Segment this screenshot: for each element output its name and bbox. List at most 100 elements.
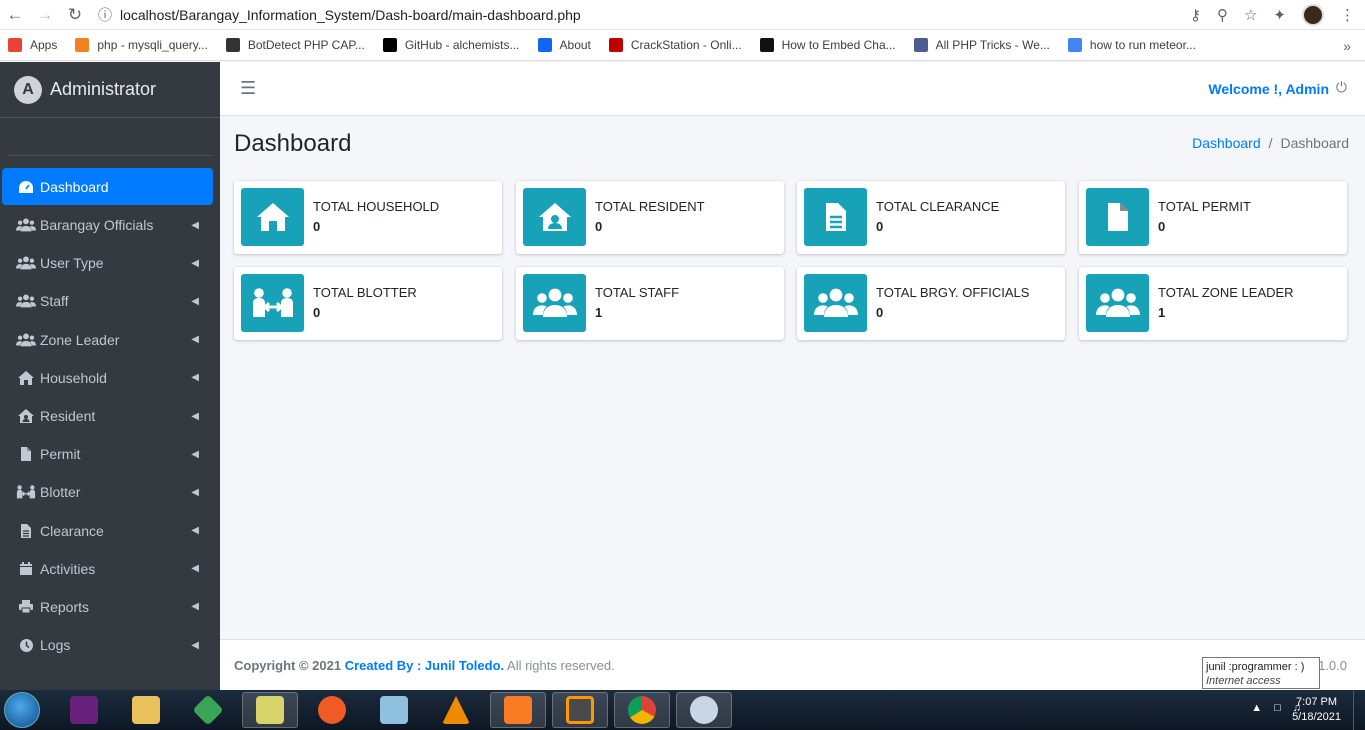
sidebar-item-household[interactable]: Household ◀ [2,359,213,397]
sublime-text-icon[interactable] [552,692,608,728]
bookmark-6[interactable]: How to Embed Cha... [759,38,896,52]
chevron-left-icon: ◀ [191,448,199,460]
clock-icon [16,638,36,653]
dashboard-icon [16,180,36,194]
sidebar-item-resident[interactable]: Resident ◀ [2,397,213,435]
bookmark-7[interactable]: All PHP Tricks - We... [913,38,1050,52]
stat-box-total-household[interactable]: TOTAL HOUSEHOLD 0 [234,181,502,254]
breadcrumb: Dashboard / Dashboard [1192,135,1349,151]
stat-label: TOTAL BLOTTER [313,285,417,300]
file-explorer-icon[interactable] [118,692,174,728]
sidebar-item-permit[interactable]: Permit ◀ [2,435,213,473]
sidebar-item-label: User Type [40,255,104,272]
breadcrumb-current: Dashboard [1280,135,1350,151]
bookmark-4[interactable]: About [537,38,591,52]
stat-value: 0 [876,219,884,234]
network-icon[interactable]: □ [1274,702,1281,714]
notepad-icon[interactable] [366,692,422,728]
profile-avatar[interactable] [1302,4,1324,26]
sidebar-item-reports[interactable]: Reports ◀ [2,588,213,626]
git-icon[interactable] [180,692,236,728]
postman-icon[interactable] [304,692,360,728]
clock[interactable]: 7:07 PM 5/18/2021 [1292,695,1341,725]
bookmark-5[interactable]: CrackStation - Onli... [608,38,742,52]
zoom-icon[interactable]: ⚲ [1217,6,1228,24]
show-desktop-button[interactable] [1353,690,1365,730]
bookmarks-overflow-icon[interactable]: » [1343,30,1351,61]
forward-icon[interactable]: → [30,0,60,30]
bookmark-0[interactable]: Apps [8,38,57,52]
bookmark-label: BotDetect PHP CAP... [247,38,365,52]
sidebar-item-barangay-officials[interactable]: Barangay Officials ◀ [2,206,213,244]
stat-label: TOTAL RESIDENT [595,199,705,214]
start-button-icon[interactable] [4,692,40,728]
users-icon [804,274,867,332]
sidebar-item-dashboard[interactable]: Dashboard [2,168,213,205]
author-link[interactable]: Created By : Junil Toledo. [345,658,504,673]
bookmark-1[interactable]: php - mysqli_query... [75,38,208,52]
stat-value: 0 [876,305,884,320]
tooltip-line1: junil :programmer : ) [1206,661,1305,673]
mdb-icon [537,38,552,52]
welcome-text[interactable]: Welcome !, Admin [1208,81,1329,97]
vlc-icon[interactable] [428,692,484,728]
hamburger-menu-icon[interactable]: ☰ [240,78,256,99]
browser-actions: ⚷ ⚲ ☆ ✦ ⋮ [1190,0,1355,30]
xampp-icon[interactable] [490,692,546,728]
sidebar-item-logs[interactable]: Logs ◀ [2,626,213,664]
top-navbar: ☰ Welcome !, Admin ⏻ [220,62,1365,116]
paint-icon[interactable] [676,692,732,728]
power-icon[interactable]: ⏻ [1336,79,1347,96]
users-icon [1086,274,1149,332]
stat-box-total-staff[interactable]: TOTAL STAFF 1 [516,267,784,340]
key-icon[interactable]: ⚷ [1190,6,1201,24]
star-icon[interactable]: ☆ [1244,6,1257,24]
extensions-icon[interactable]: ✦ [1273,6,1286,24]
site-info-icon[interactable]: ⓘ [96,5,114,25]
chrome-icon[interactable] [614,692,670,728]
bookmark-3[interactable]: GitHub - alchemists... [382,38,520,52]
sidebar-item-user-type[interactable]: User Type ◀ [2,244,213,282]
stat-box-total-permit[interactable]: TOTAL PERMIT 0 [1079,181,1347,254]
stat-label: TOTAL PERMIT [1158,199,1251,214]
version-text: 1.0.0 [1318,658,1347,673]
sidebar-item-clearance[interactable]: Clearance ◀ [2,512,213,550]
users-icon [16,255,36,271]
reload-icon[interactable]: ↻ [60,0,90,30]
sidebar-item-label: Zone Leader [40,331,120,348]
sidebar-item-zone-leader[interactable]: Zone Leader ◀ [2,321,213,359]
bookmark-2[interactable]: BotDetect PHP CAP... [225,38,365,52]
bookmark-label: All PHP Tricks - We... [935,38,1050,52]
rights-text: All rights reserved. [507,658,615,673]
house-user-icon [523,188,586,246]
print-icon [16,599,36,614]
brand[interactable]: A Administrator [0,62,220,118]
breadcrumb-home-link[interactable]: Dashboard [1192,135,1261,151]
stat-box-total-resident[interactable]: TOTAL RESIDENT 0 [516,181,784,254]
sidebar-item-blotter[interactable]: Blotter ◀ [2,473,213,511]
stat-box-total-brgy-officials[interactable]: TOTAL BRGY. OFFICIALS 0 [797,267,1065,340]
back-icon[interactable]: ← [0,0,30,30]
stat-box-total-zone-leader[interactable]: TOTAL ZONE LEADER 1 [1079,267,1347,340]
bookmark-label: CrackStation - Onli... [630,38,742,52]
tray-arrow-icon[interactable]: ▲ [1251,702,1262,714]
menu-kebab-icon[interactable]: ⋮ [1340,6,1355,24]
chevron-left-icon: ◀ [191,601,199,613]
house-user-icon [16,408,36,424]
stat-box-total-clearance[interactable]: TOTAL CLEARANCE 0 [797,181,1065,254]
stat-box-total-blotter[interactable]: TOTAL BLOTTER 0 [234,267,502,340]
sidebar-item-label: Logs [40,637,71,654]
visual-studio-icon[interactable] [56,692,112,728]
bookmark-8[interactable]: how to run meteor... [1067,38,1196,52]
stat-value: 0 [595,219,603,234]
sidebar-item-activities[interactable]: Activities ◀ [2,550,213,588]
file-alt-icon [804,188,867,246]
stat-value: 1 [1158,305,1166,320]
sidebar-item-label: Clearance [40,522,104,539]
bookmark-label: GitHub - alchemists... [404,38,520,52]
sidebar-item-label: Resident [40,408,96,425]
folder-app-icon[interactable] [242,692,298,728]
url-field[interactable]: localhost/Barangay_Information_System/Da… [120,7,581,23]
stat-label: TOTAL CLEARANCE [876,199,1000,214]
sidebar-item-staff[interactable]: Staff ◀ [2,282,213,320]
